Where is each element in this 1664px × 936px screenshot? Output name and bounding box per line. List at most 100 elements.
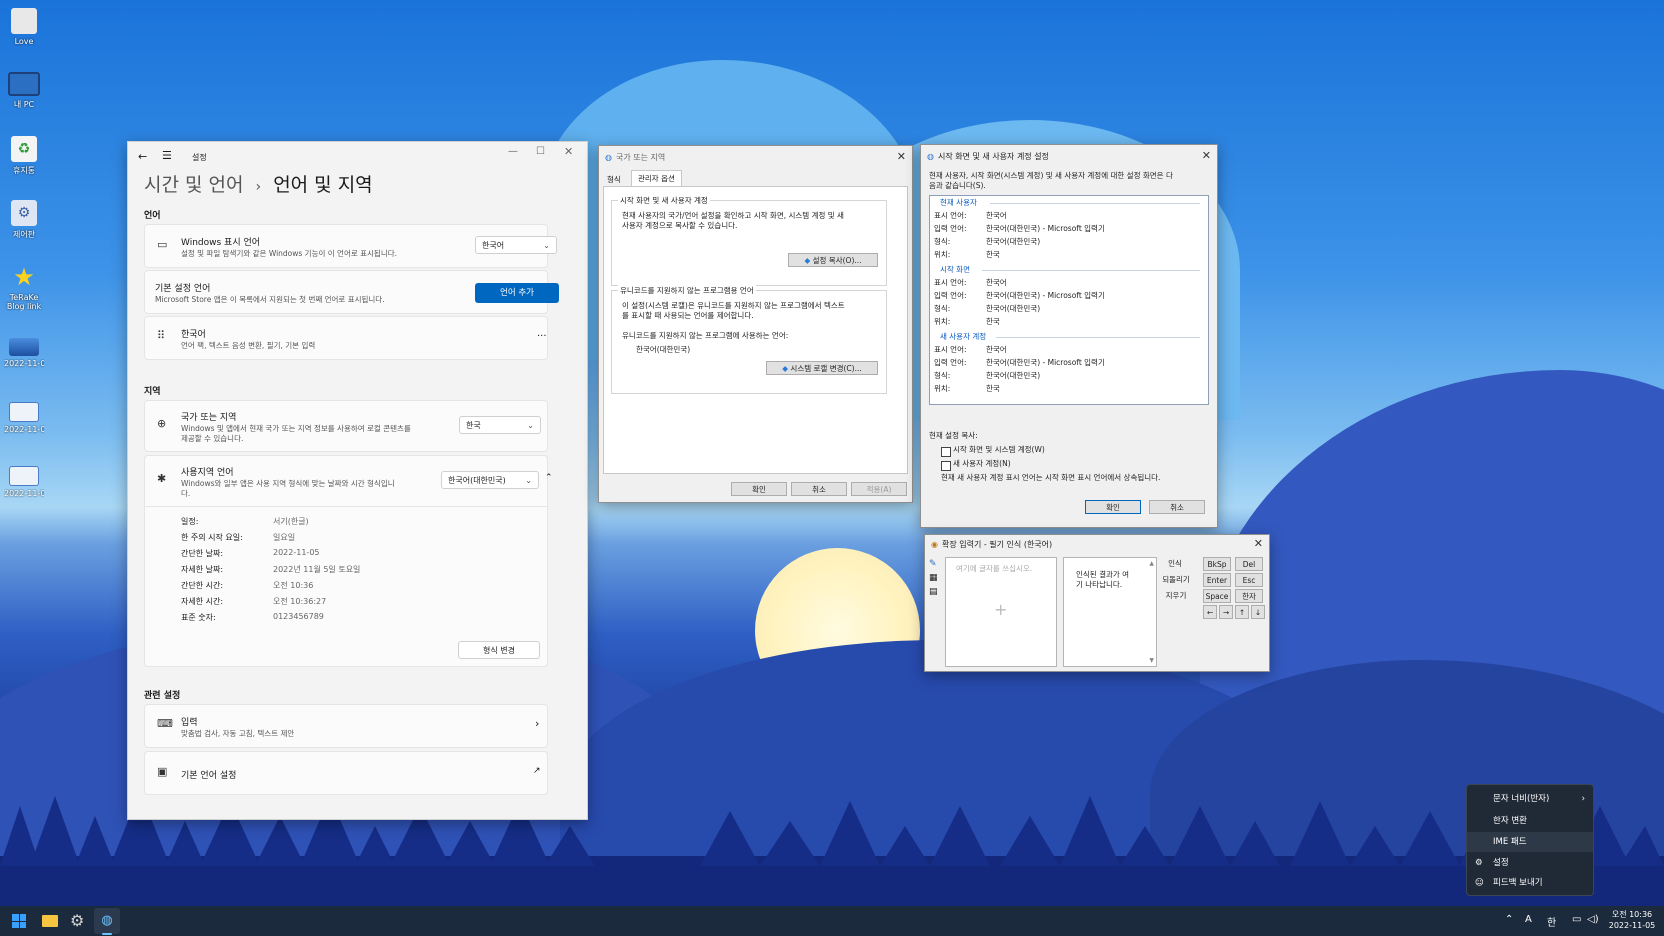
change-locale-button[interactable]: ◆ 시스템 로캘 변경(C)...	[766, 361, 878, 375]
section-language: 언어	[144, 211, 161, 221]
file-explorer-icon[interactable]	[42, 915, 58, 927]
backspace-key[interactable]: BkSp	[1203, 557, 1231, 571]
copy-settings-button[interactable]: ◆ 설정 복사(O)...	[788, 253, 878, 267]
more-options-icon[interactable]: ···	[537, 331, 547, 342]
desktop-icon-blog-link[interactable]: ★ TeRaKe Blog link	[4, 264, 44, 311]
volume-icon[interactable]: ◁)	[1587, 914, 1599, 925]
format-key: 일정:	[181, 517, 199, 526]
back-arrow-icon[interactable]: ←	[138, 150, 147, 163]
menu-item-hanja-convert[interactable]: 한자 변환	[1467, 811, 1593, 831]
close-button[interactable]: ✕	[1254, 537, 1263, 550]
ime-context-menu: 문자 너비(반자) › 한자 변환 IME 패드 ⚙ 설정 ☺ 피드백 보내기	[1466, 784, 1594, 896]
tab-admin-options[interactable]: 관리자 옵션	[631, 170, 682, 187]
checkbox-new-user[interactable]	[941, 461, 951, 471]
admin-language-card[interactable]: ▣ 기본 언어 설정 ↗	[144, 751, 548, 795]
format-key: 간단한 날짜:	[181, 549, 224, 558]
region-dialog: ◍ 국가 또는 지역 ✕ 형식 관리자 옵션 시작 화면 및 새 사용자 계정 …	[598, 145, 913, 503]
format-value: 서기(한글)	[273, 517, 309, 526]
format-value: 일요일	[273, 533, 296, 542]
start-button-icon[interactable]	[12, 914, 26, 928]
format-key: 자세한 날짜:	[181, 565, 224, 574]
desktop-icon-recycle-bin[interactable]: ♻ 휴지통	[4, 136, 44, 176]
drag-handle-icon[interactable]: ⠿	[157, 329, 165, 342]
hanja-key[interactable]: 한자	[1235, 589, 1263, 603]
country-region-dropdown[interactable]: 한국 ⌄	[459, 416, 541, 434]
recognize-button[interactable]: 인식	[1161, 557, 1189, 571]
desktop-icon-image-2[interactable]: 2022-11-0...	[4, 402, 44, 434]
menu-icon[interactable]: ☰	[162, 149, 172, 162]
feedback-icon: ☺	[1475, 878, 1484, 888]
korean-language-sub: 언어 팩, 텍스트 음성 변환, 필기, 기본 입력	[181, 341, 316, 350]
settings-summary-box[interactable]: 현재 사용자 표시 언어: 한국어 입력 언어: 한국어(대한민국) - Micro…	[929, 195, 1209, 405]
change-format-button[interactable]: 형식 변경	[458, 641, 540, 659]
arrow-up-key[interactable]: ↑	[1235, 605, 1249, 619]
radical-mode-icon[interactable]: ▤	[929, 587, 938, 597]
clock[interactable]: 오전 10:36 2022-11-05	[1604, 909, 1660, 931]
input-settings-card[interactable]: ⌨ 입력 맞춤법 검사, 자동 고침, 텍스트 제안 ›	[144, 704, 548, 748]
pen-icon[interactable]: ✎	[929, 559, 937, 569]
escape-key[interactable]: Esc	[1235, 573, 1263, 587]
display-language-dropdown[interactable]: 한국어 ⌄	[475, 236, 557, 254]
section-header: 현재 사용자	[940, 198, 977, 207]
language-app-icon[interactable]: ◍	[94, 908, 120, 934]
arrow-left-key[interactable]: ←	[1203, 605, 1217, 619]
display-language-card: ▭ Windows 표시 언어 설정 및 파일 탐색기와 같은 Windows …	[144, 224, 557, 268]
desktop: Love 내 PC ♻ 휴지통 ⚙ 제어판 ★ TeRaKe Blog link…	[0, 0, 1664, 906]
ok-button[interactable]: 확인	[731, 482, 787, 496]
menu-item-feedback[interactable]: ☺ 피드백 보내기	[1467, 873, 1593, 893]
tab-format[interactable]: 형식	[607, 174, 621, 185]
add-language-button[interactable]: 언어 추가	[475, 283, 559, 303]
desktop-icon-control-panel[interactable]: ⚙ 제어판	[4, 200, 44, 240]
clear-button[interactable]: 지우기	[1161, 589, 1191, 603]
format-value: 2022-11-05	[273, 548, 320, 557]
cancel-button[interactable]: 취소	[791, 482, 847, 496]
preferred-language-title: 기본 설정 언어	[155, 284, 211, 294]
close-button[interactable]: ✕	[897, 150, 906, 163]
minimize-button[interactable]: —	[508, 146, 518, 157]
preferred-language-sub: Microsoft Store 앱은 이 목록에서 지원되는 첫 번째 언어로 …	[155, 295, 385, 304]
network-icon[interactable]: ▭	[1572, 914, 1581, 925]
handwriting-canvas[interactable]: 여기에 글자를 쓰십시오. +	[945, 557, 1057, 667]
breadcrumb-parent[interactable]: 시간 및 언어	[144, 174, 243, 196]
ok-button[interactable]: 확인	[1085, 500, 1141, 514]
maximize-button[interactable]: ☐	[536, 146, 545, 157]
close-button[interactable]: ✕	[564, 145, 573, 158]
globe-icon: ◍	[605, 152, 612, 162]
recognition-results[interactable]: 인식된 결과가 여 기 나타납니다. ▲ ▼	[1063, 557, 1157, 667]
display-language-title: Windows 표시 언어	[181, 238, 261, 248]
undo-button[interactable]: 되돌리기	[1159, 573, 1193, 587]
checkbox-welcome[interactable]	[941, 447, 951, 457]
chevron-up-icon[interactable]: ⌃	[1505, 914, 1513, 925]
menu-item-settings[interactable]: ⚙ 설정	[1467, 853, 1593, 873]
regional-format-dropdown[interactable]: 한국어(대한민국) ⌄	[441, 471, 539, 489]
arrow-down-key[interactable]: ↓	[1251, 605, 1265, 619]
space-key[interactable]: Space	[1203, 589, 1231, 603]
ime-pad-icon: ◉	[931, 539, 938, 549]
settings-gear-icon[interactable]: ⚙	[70, 911, 84, 930]
regional-format-title: 사용지역 언어	[181, 468, 234, 478]
menu-item-ime-pad[interactable]: IME 패드	[1467, 832, 1593, 852]
korean-language-card[interactable]: ⠿ 한국어 언어 팩, 텍스트 음성 변환, 필기, 기본 입력 ···	[144, 316, 548, 360]
delete-key[interactable]: Del	[1235, 557, 1263, 571]
country-region-card: ⊕ 국가 또는 지역 Windows 및 앱에서 현재 국가 또는 지역 정보를…	[144, 400, 548, 452]
cancel-button[interactable]: 취소	[1149, 500, 1205, 514]
apply-button[interactable]: 적용(A)	[851, 482, 907, 496]
chevron-up-icon[interactable]: ⌃	[545, 473, 553, 483]
ime-mode-a[interactable]: A	[1525, 914, 1532, 925]
ime-mode-han[interactable]: 한	[1547, 914, 1556, 929]
menu-item-char-width[interactable]: 문자 너비(반자) ›	[1467, 789, 1593, 809]
draw-mode-icon[interactable]: ▦	[929, 573, 938, 583]
chevron-down-icon: ⌄	[543, 241, 550, 250]
close-button[interactable]: ✕	[1202, 149, 1211, 162]
keyboard-icon: ⌨	[157, 717, 173, 730]
desktop-icon-image-1[interactable]: 2022-11-0...	[4, 338, 44, 368]
desktop-icon-this-pc[interactable]: 내 PC	[4, 72, 44, 110]
country-region-title: 국가 또는 지역	[181, 413, 237, 423]
desktop-icon-love[interactable]: Love	[4, 8, 44, 46]
desktop-icon-image-3[interactable]: 2022-11-0...	[4, 466, 44, 498]
scroll-up-icon[interactable]: ▲	[1149, 560, 1154, 567]
scroll-down-icon[interactable]: ▼	[1149, 657, 1154, 664]
arrow-right-key[interactable]: →	[1219, 605, 1233, 619]
copy-label: 현재 설정 복사:	[929, 431, 978, 440]
enter-key[interactable]: Enter	[1203, 573, 1231, 587]
